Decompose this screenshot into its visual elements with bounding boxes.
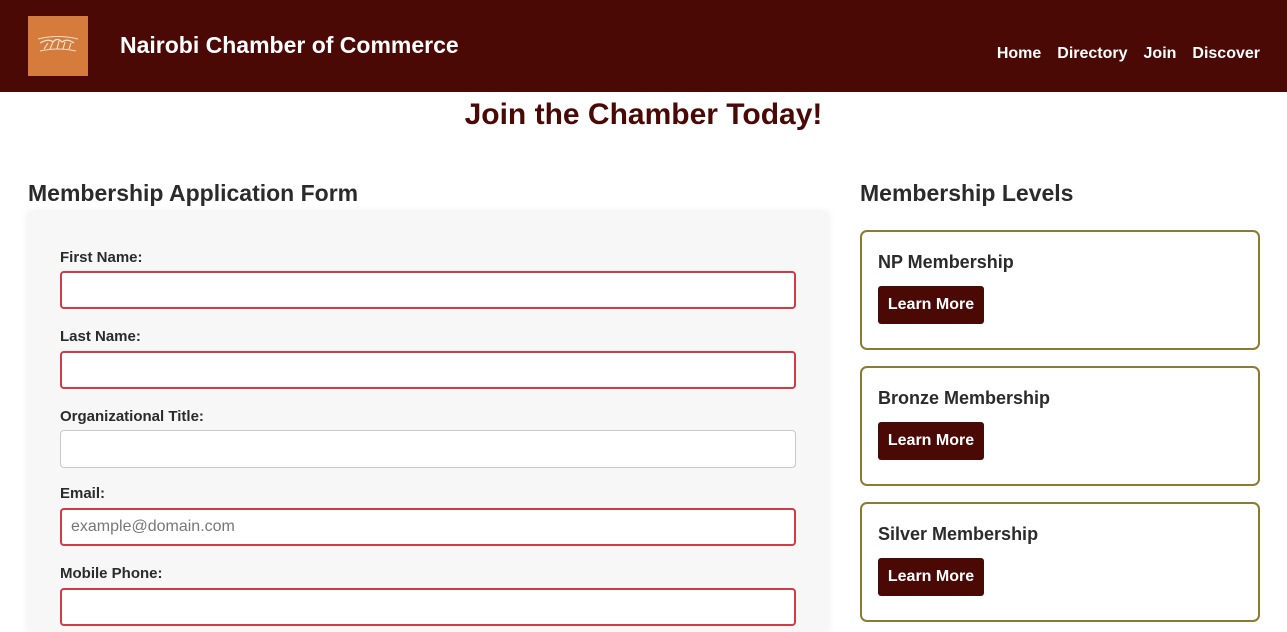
email-label: Email: [60,485,106,502]
bronze-membership-card: Bronze Membership Learn More [860,366,1260,486]
np-learn-more-button[interactable]: Learn More [878,286,984,324]
level-name: Bronze Membership [878,388,1051,408]
level-name: Silver Membership [878,524,1039,544]
first-name-input[interactable] [60,271,796,309]
email-input[interactable] [60,508,796,546]
first-name-label: First Name: [60,249,143,266]
nav-discover-link[interactable]: Discover [1192,45,1260,63]
organizational-title-input[interactable] [60,430,796,468]
nav-directory-link[interactable]: Directory [1057,45,1127,63]
chamber-logo-icon[interactable] [28,16,88,76]
mobile-phone-input[interactable] [60,588,796,626]
site-title: Nairobi Chamber of Commerce [120,32,459,58]
page-title: Join the Chamber Today! [464,98,823,131]
site-header: Nairobi Chamber of Commerce Home Directo… [0,0,1287,92]
nav-join-link[interactable]: Join [1144,45,1177,63]
last-name-input[interactable] [60,351,796,389]
membership-levels-heading: Membership Levels [860,180,1074,206]
silver-learn-more-button[interactable]: Learn More [878,558,984,596]
main-nav: Home Directory Join Discover [997,45,1260,63]
nav-home-link[interactable]: Home [997,45,1041,63]
bronze-learn-more-button[interactable]: Learn More [878,422,984,460]
membership-application-form: First Name: Last Name: Organizational Ti… [28,212,828,632]
form-heading: Membership Application Form [28,180,359,206]
np-membership-card: NP Membership Learn More [860,230,1260,350]
silver-membership-card: Silver Membership Learn More [860,502,1260,622]
organizational-title-label: Organizational Title: [60,408,204,425]
level-name: NP Membership [878,252,1014,272]
mobile-phone-label: Mobile Phone: [60,565,163,582]
last-name-label: Last Name: [60,328,141,345]
